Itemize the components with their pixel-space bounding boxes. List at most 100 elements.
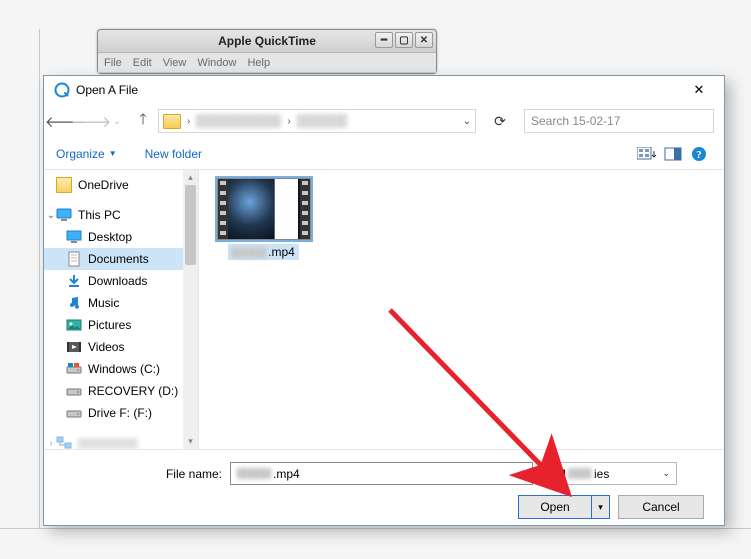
minimize-button[interactable]: ━	[375, 32, 393, 48]
pictures-icon	[66, 317, 82, 333]
tree-scrollbar[interactable]: ▴ ▾	[183, 170, 198, 449]
scroll-up-icon[interactable]: ▴	[183, 170, 198, 185]
quicktime-window: Apple QuickTime ━ ▢ ✕ File Edit View Win…	[97, 29, 437, 74]
file-item[interactable]: .mp4	[211, 178, 316, 260]
folder-icon	[56, 177, 72, 193]
music-icon	[66, 295, 82, 311]
open-dropdown-button[interactable]: ▾	[592, 495, 610, 519]
filetype-select[interactable]: Mies ⌄	[549, 462, 677, 485]
sidebar-item-recovery-d[interactable]: RECOVERY (D:)	[44, 380, 198, 402]
dialog-title: Open A File	[76, 83, 138, 97]
sidebar-item-label: Desktop	[88, 230, 132, 244]
menu-file[interactable]: File	[104, 57, 122, 69]
sidebar-item-videos[interactable]: Videos	[44, 336, 198, 358]
sidebar-item-label: RECOVERY (D:)	[88, 384, 178, 398]
file-label: .mp4	[228, 244, 299, 260]
network-icon	[56, 435, 72, 449]
chevron-icon: ›	[187, 116, 190, 127]
page-border-left	[0, 29, 40, 529]
file-thumbnail	[217, 178, 311, 240]
videos-icon	[66, 339, 82, 355]
sidebar-item-label: Downloads	[88, 274, 147, 288]
page-border-bottom	[0, 528, 751, 529]
help-button[interactable]: ?	[686, 143, 712, 165]
chevron-down-icon: ▼	[109, 149, 117, 158]
view-mode-button[interactable]	[634, 143, 660, 165]
expander-icon[interactable]: ›	[46, 438, 56, 449]
expander-icon[interactable]: ⌄	[46, 210, 56, 221]
sidebar-item-label: Music	[88, 296, 119, 310]
open-file-dialog: Open A File ✕ 🡐 🡒 ⌄ 🡑 › › ⌄ ⟳ Search 15-…	[43, 75, 725, 526]
folder-icon	[163, 114, 181, 129]
quicktime-icon	[54, 82, 70, 98]
search-placeholder: Search 15-02-17	[531, 114, 620, 128]
sidebar-item-onedrive[interactable]: OneDrive	[44, 174, 198, 196]
forward-button[interactable]: 🡒	[80, 110, 102, 132]
quicktime-menubar: File Edit View Window Help	[98, 53, 436, 73]
filename-input[interactable]: .mp4 ⌄	[230, 462, 533, 485]
drive-icon	[66, 361, 82, 377]
organize-menu[interactable]: Organize ▼	[56, 147, 117, 161]
menu-help[interactable]: Help	[247, 57, 270, 69]
recent-dropdown[interactable]: ⌄	[106, 110, 128, 132]
quicktime-titlebar[interactable]: Apple QuickTime ━ ▢ ✕	[98, 30, 436, 53]
sidebar-item-downloads[interactable]: Downloads	[44, 270, 198, 292]
downloads-icon	[66, 273, 82, 289]
sidebar-item-label	[78, 438, 138, 449]
nav-tree: OneDrive ⌄ This PC Desktop Docum	[44, 170, 199, 449]
breadcrumb[interactable]: › › ⌄	[158, 109, 476, 133]
menu-view[interactable]: View	[163, 57, 187, 69]
dialog-titlebar[interactable]: Open A File ✕	[44, 76, 724, 104]
drive-icon	[66, 405, 82, 421]
dialog-toolbar: Organize ▼ New folder ?	[44, 138, 724, 170]
drive-icon	[66, 383, 82, 399]
sidebar-item-network[interactable]: ›	[44, 432, 198, 449]
sidebar-item-thispc[interactable]: ⌄ This PC	[44, 204, 198, 226]
open-button[interactable]: Open	[518, 495, 592, 519]
sidebar-item-label: Pictures	[88, 318, 131, 332]
sidebar-item-label: This PC	[78, 208, 121, 222]
dialog-nav-row: 🡐 🡒 ⌄ 🡑 › › ⌄ ⟳ Search 15-02-17	[44, 104, 724, 138]
chevron-down-icon: ⌄	[662, 468, 670, 479]
refresh-button[interactable]: ⟳	[488, 109, 512, 133]
desktop-icon	[66, 229, 82, 245]
maximize-button[interactable]: ▢	[395, 32, 413, 48]
cancel-button[interactable]: Cancel	[618, 495, 704, 519]
svg-text:?: ?	[696, 149, 702, 161]
preview-button[interactable]	[660, 143, 686, 165]
sidebar-item-desktop[interactable]: Desktop	[44, 226, 198, 248]
sidebar-item-label: Videos	[88, 340, 124, 354]
up-button[interactable]: 🡑	[132, 110, 154, 132]
chevron-icon: ›	[287, 116, 290, 127]
new-folder-label: New folder	[145, 147, 202, 161]
sidebar-item-drive-f[interactable]: Drive F: (F:)	[44, 402, 198, 424]
filename-label: File name:	[62, 467, 222, 481]
scroll-thumb[interactable]	[185, 185, 196, 265]
menu-window[interactable]: Window	[197, 57, 236, 69]
close-button[interactable]: ✕	[415, 32, 433, 48]
sidebar-item-documents[interactable]: Documents	[44, 248, 198, 270]
sidebar-item-label: Documents	[88, 252, 149, 266]
documents-icon	[66, 251, 82, 267]
breadcrumb-dropdown[interactable]: ⌄	[463, 116, 471, 127]
dialog-body: OneDrive ⌄ This PC Desktop Docum	[44, 170, 724, 449]
sidebar-item-label: Windows (C:)	[88, 362, 160, 376]
sidebar-item-music[interactable]: Music	[44, 292, 198, 314]
scroll-down-icon[interactable]: ▾	[183, 434, 198, 449]
breadcrumb-segment-2[interactable]	[297, 114, 347, 128]
sidebar-item-windows-c[interactable]: Windows (C:)	[44, 358, 198, 380]
dialog-bottom: File name: .mp4 ⌄ Mies ⌄ Open ▾ Cancel	[44, 449, 724, 525]
sidebar-item-pictures[interactable]: Pictures	[44, 314, 198, 336]
file-list[interactable]: .mp4	[199, 170, 724, 449]
quicktime-title: Apple QuickTime	[218, 34, 316, 48]
chevron-down-icon[interactable]: ⌄	[518, 468, 526, 479]
search-input[interactable]: Search 15-02-17	[524, 109, 714, 133]
sidebar-item-label: OneDrive	[78, 178, 129, 192]
sidebar-item-label: Drive F: (F:)	[88, 406, 152, 420]
menu-edit[interactable]: Edit	[133, 57, 152, 69]
new-folder-button[interactable]: New folder	[145, 147, 202, 161]
organize-label: Organize	[56, 147, 105, 161]
thispc-icon	[56, 207, 72, 223]
dialog-close-button[interactable]: ✕	[680, 80, 718, 100]
breadcrumb-segment-1[interactable]	[196, 114, 281, 128]
